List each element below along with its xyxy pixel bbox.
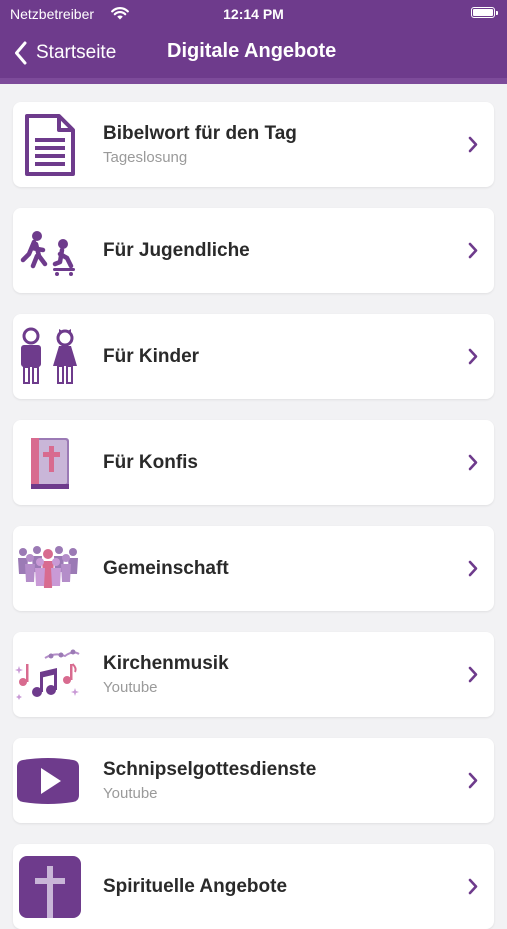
item-title: Für Kinder [103,345,200,367]
chevron-right-icon [468,136,478,153]
item-title: Gemeinschaft [103,557,229,579]
item-subtitle: Tageslosung [103,148,188,166]
clock: 12:14 PM [223,6,284,22]
chevron-right-icon [468,772,478,789]
item-title: Für Jugendliche [103,239,250,261]
list-item-bibelwort[interactable]: Bibelwort für den Tag Tageslosung [13,102,494,187]
chevron-right-icon [468,242,478,259]
page-title: Digitale Angebote [167,40,337,62]
navigation-bar: Startseite Digitale Angebote [0,28,507,78]
back-label: Startseite [36,42,117,63]
item-title: Schnipselgottesdienste [103,758,317,780]
list-item-kinder[interactable]: Für Kinder [13,314,494,399]
chevron-right-icon [468,560,478,577]
back-button[interactable]: Startseite [14,38,116,68]
youth-icon [15,220,81,282]
item-subtitle: Youtube [103,784,158,802]
list-item-gemeinschaft[interactable]: Gemeinschaft [13,526,494,611]
item-title: Für Konfis [103,451,198,473]
list-item-konfis[interactable]: Für Konfis [13,420,494,505]
chevron-right-icon [468,348,478,365]
list-item-spirituelle-angebote[interactable]: Spirituelle Angebote [13,844,494,929]
nav-divider [0,78,507,84]
chevron-right-icon [468,454,478,471]
bible-icon [15,432,81,494]
status-bar: Netzbetreiber 12:14 PM [0,0,507,28]
item-title: Kirchenmusik [103,652,229,674]
list-item-jugendliche[interactable]: Für Jugendliche [13,208,494,293]
back-chevron-icon [15,41,27,65]
children-icon [15,326,81,388]
battery-icon [471,7,498,18]
item-title: Spirituelle Angebote [103,875,288,897]
video-play-icon [15,750,81,812]
music-notes-icon [15,644,81,706]
list-item-schnipselgottesdienste[interactable]: Schnipselgottesdienste Youtube [13,738,494,823]
chevron-right-icon [468,878,478,895]
community-icon [15,538,81,600]
item-title: Bibelwort für den Tag [103,122,297,144]
cross-icon [15,856,81,918]
item-subtitle: Youtube [103,678,158,696]
document-icon [15,114,81,176]
list-item-kirchenmusik[interactable]: Kirchenmusik Youtube [13,632,494,717]
top-bar: Netzbetreiber 12:14 PM Startseite Digita… [0,0,507,84]
chevron-right-icon [468,666,478,683]
